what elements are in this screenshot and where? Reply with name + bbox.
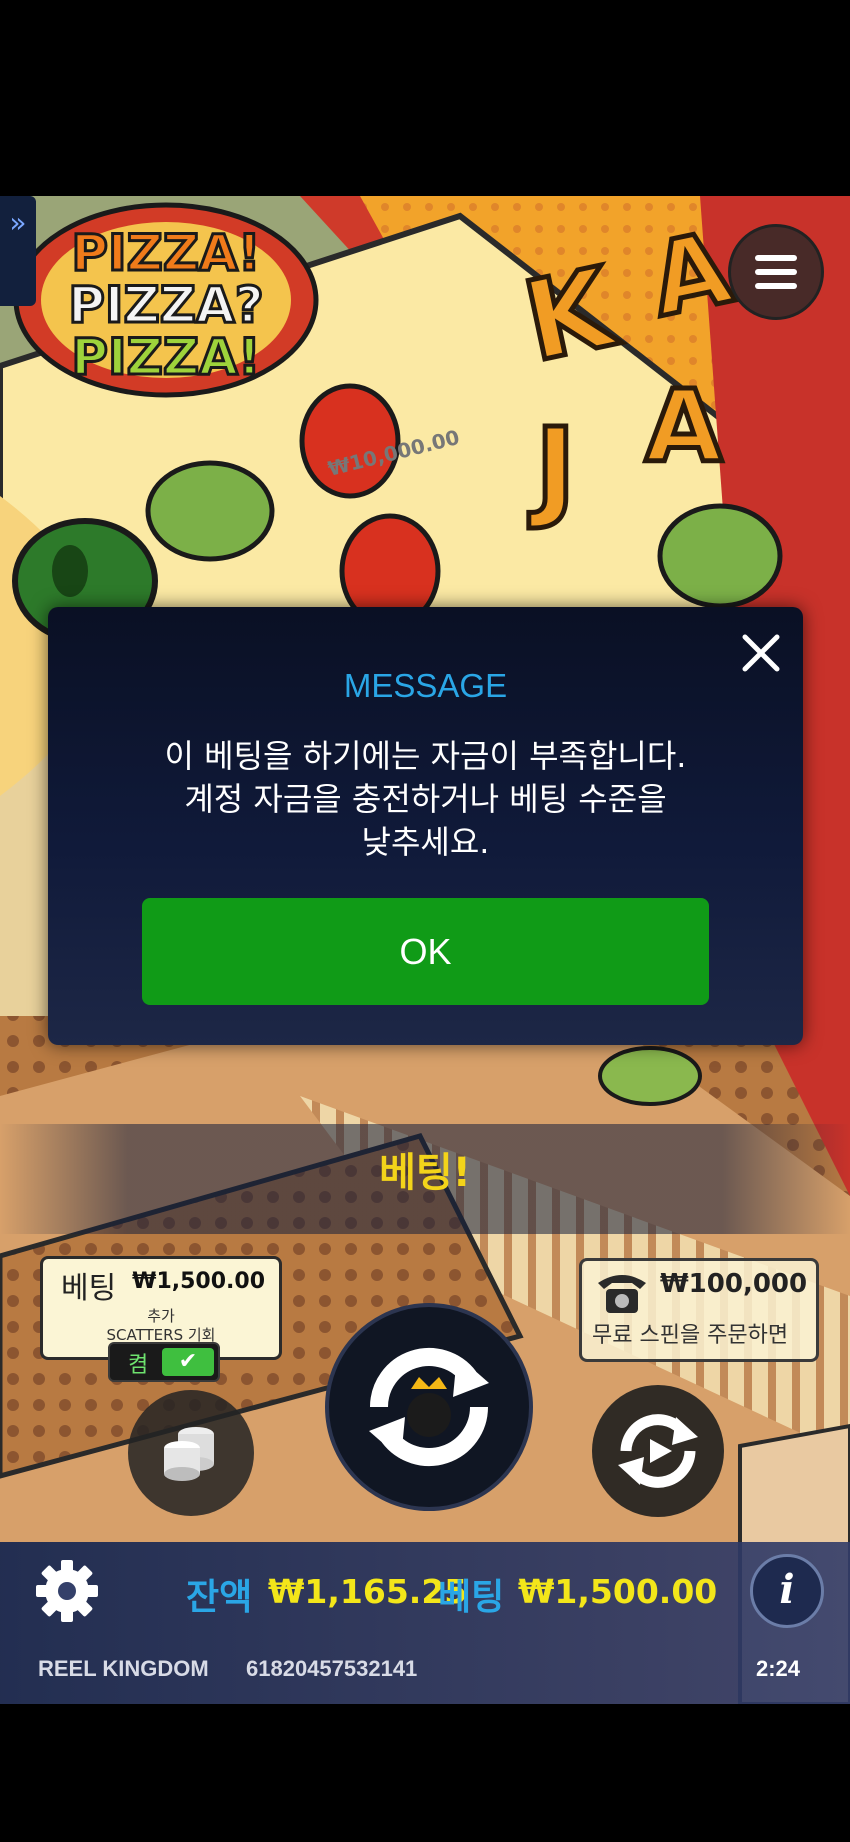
buy-feature-label: 무료 스핀을 주문하면 bbox=[592, 1323, 789, 1348]
ante-bet-label: 베팅 bbox=[61, 1271, 117, 1306]
ante-bet-toggle[interactable]: 켬 ✔ bbox=[108, 1342, 220, 1382]
toggle-on-label: 켬 bbox=[128, 1353, 149, 1378]
ante-bet-amount: ₩1,500.00 bbox=[132, 1269, 265, 1294]
dialog-message: 이 베팅을 하기에는 자금이 부족합니다. 계정 자금을 충전하거나 베팅 수준… bbox=[88, 735, 763, 864]
hamburger-icon bbox=[755, 255, 797, 261]
dialog-message-line: 낮추세요. bbox=[361, 823, 490, 861]
hamburger-icon-bar bbox=[755, 269, 797, 275]
bet-value: ₩1,500.00 bbox=[518, 1572, 718, 1611]
ante-bet-description-line: 추가 bbox=[147, 1307, 175, 1325]
info-button[interactable]: i bbox=[750, 1554, 824, 1628]
bet-select-button[interactable] bbox=[128, 1390, 254, 1516]
gear-icon[interactable] bbox=[32, 1556, 102, 1626]
logo-line-2: PIZZA? bbox=[68, 276, 263, 334]
autoplay-icon bbox=[618, 1414, 698, 1488]
reel-letter-a-2: A bbox=[645, 368, 722, 485]
buy-feature-price: ₩100,000 bbox=[660, 1269, 808, 1299]
side-panel-toggle[interactable]: » bbox=[0, 196, 36, 306]
provider-brand: REEL KINGDOM bbox=[38, 1656, 209, 1681]
ok-button[interactable]: OK bbox=[142, 898, 709, 1005]
phone-icon bbox=[598, 1275, 646, 1313]
checkmark-icon: ✔ bbox=[162, 1348, 214, 1376]
buy-free-spins-button[interactable]: ₩100,000 무료 스핀을 주문하면 bbox=[579, 1258, 819, 1362]
logo-line-3: PIZZA! bbox=[71, 328, 260, 386]
double-chevron-right-icon: » bbox=[9, 206, 27, 239]
dialog-message-line: 계정 자금을 충전하거나 베팅 수준을 bbox=[184, 780, 667, 818]
clock: 2:24 bbox=[756, 1656, 801, 1681]
reel-letter-j: J bbox=[528, 404, 576, 532]
game-logo: PIZZA! PIZZA? PIZZA! bbox=[13, 202, 319, 398]
dialog-message-line: 이 베팅을 하기에는 자금이 부족합니다. bbox=[164, 737, 687, 775]
message-dialog: MESSAGE 이 베팅을 하기에는 자금이 부족합니다. 계정 자금을 충전하… bbox=[48, 607, 803, 1045]
logo-line-1: PIZZA! bbox=[71, 224, 260, 282]
dialog-title: MESSAGE bbox=[343, 667, 508, 704]
spin-button[interactable] bbox=[325, 1303, 533, 1511]
hamburger-icon-bar bbox=[755, 283, 797, 289]
menu-button[interactable] bbox=[728, 224, 824, 320]
coins-icon bbox=[164, 1427, 214, 1481]
autoplay-button[interactable] bbox=[592, 1385, 724, 1517]
ante-bet-description: 추가 SCATTERS 기회 bbox=[43, 1307, 279, 1345]
spin-arrows-icon bbox=[369, 1348, 489, 1466]
balance-label: 잔액 bbox=[186, 1577, 253, 1618]
bet-label: 베팅 bbox=[438, 1577, 505, 1618]
session-id: 61820457532141 bbox=[246, 1656, 418, 1681]
bet-banner-text: 베팅! bbox=[379, 1150, 471, 1196]
